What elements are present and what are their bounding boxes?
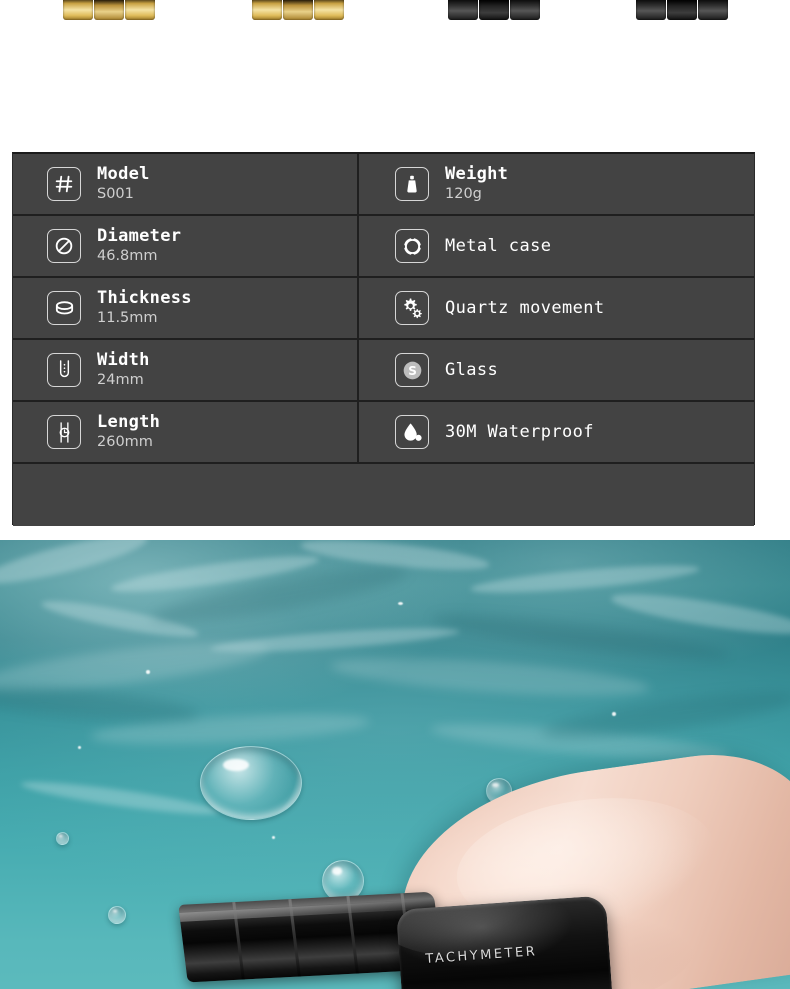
water-bubble (108, 906, 126, 924)
spec-label: Model (97, 164, 150, 185)
svg-text:S: S (408, 363, 417, 377)
spec-label: Diameter (97, 226, 182, 247)
bracelet-sample-gold-1 (63, 0, 155, 20)
diameter-icon (47, 229, 81, 263)
spec-value: S001 (97, 186, 134, 203)
water-bubble (200, 746, 302, 820)
bracelet-link (125, 0, 155, 20)
bracelet-sample-gold-2 (252, 0, 344, 20)
water-sparkle (146, 670, 150, 674)
bracelet-link (667, 0, 697, 20)
bracelet-link (63, 0, 93, 20)
table-row: Width 24mm S Glass (13, 340, 754, 402)
spec-label: Thickness (97, 288, 192, 309)
water-sparkle (272, 836, 275, 839)
spec-cell-metal-case: Metal case (359, 216, 754, 276)
water-sparkle (78, 746, 81, 749)
spec-value: 11.5mm (97, 310, 158, 327)
hash-icon (47, 167, 81, 201)
strap-length-icon (47, 415, 81, 449)
watch-case: TACHYMETER (395, 895, 615, 989)
waterdrop-icon (395, 415, 429, 449)
spec-label: Width (97, 350, 150, 371)
spec-value: 260mm (97, 434, 153, 451)
spec-label: Weight (445, 164, 509, 185)
spec-cell-movement: Quartz movement (359, 278, 754, 338)
weight-icon (395, 167, 429, 201)
bracelet-link (252, 0, 282, 20)
thickness-icon (47, 291, 81, 325)
bracelet-link (283, 0, 313, 20)
spec-cell-width: Width 24mm (13, 340, 359, 400)
spec-label: Quartz movement (445, 298, 605, 318)
water-bubble (56, 832, 69, 845)
spec-label: Length (97, 412, 161, 433)
gears-icon (395, 291, 429, 325)
bracelet-sample-black-2 (636, 0, 728, 20)
table-row: Diameter 46.8mm Metal case (13, 216, 754, 278)
water-sparkle (398, 602, 403, 605)
spec-label: Glass (445, 360, 499, 380)
spec-cell-model: Model S001 (13, 154, 359, 214)
bracelet-link (698, 0, 728, 20)
spec-cell-thickness: Thickness 11.5mm (13, 278, 359, 338)
water-sparkle (612, 712, 616, 716)
bracelet-link (448, 0, 478, 20)
watch-case-icon (395, 229, 429, 263)
spec-cell-waterproof: 30M Waterproof (359, 402, 754, 462)
sapphire-icon: S (395, 353, 429, 387)
bracelet-samples (0, 0, 790, 140)
spec-cell-diameter: Diameter 46.8mm (13, 216, 359, 276)
strap-width-icon (47, 353, 81, 387)
table-row: Model S001 Weight 120g (13, 154, 754, 216)
table-row: Length 260mm 30M Waterproof (13, 402, 754, 464)
spec-value: 46.8mm (97, 248, 158, 265)
spec-cell-empty-right (359, 464, 754, 526)
spec-cell-empty-left (13, 464, 359, 526)
bracelet-link (94, 0, 124, 20)
bracelet-sample-black-1 (448, 0, 540, 20)
bracelet-link (636, 0, 666, 20)
spec-cell-weight: Weight 120g (359, 154, 754, 214)
bracelet-link (314, 0, 344, 20)
specification-table: Model S001 Weight 120g Diameter 46.8mm M… (12, 152, 755, 526)
table-row-spacer (13, 464, 754, 526)
bracelet-link (479, 0, 509, 20)
spec-label: 30M Waterproof (445, 422, 594, 442)
bracelet-link (510, 0, 540, 20)
spec-label: Metal case (445, 236, 552, 256)
spec-value: 120g (445, 186, 482, 203)
waterproof-banner-photo: Life waterproof TACHYMETER (0, 540, 790, 989)
table-row: Thickness 11.5mm Quartz movement (13, 278, 754, 340)
spec-cell-glass: S Glass (359, 340, 754, 400)
spec-cell-length: Length 260mm (13, 402, 359, 462)
spec-value: 24mm (97, 372, 144, 389)
